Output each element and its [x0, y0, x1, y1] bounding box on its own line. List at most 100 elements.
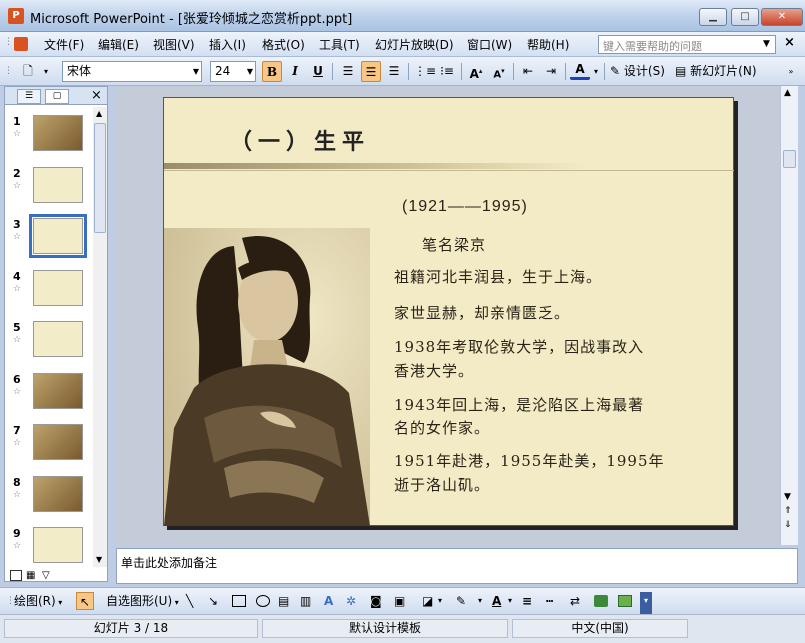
align-center-icon[interactable]: ☰	[361, 61, 381, 82]
line-color-icon[interactable]: ✎	[456, 592, 466, 610]
textbox-icon[interactable]: ▤	[278, 592, 289, 610]
menu-help[interactable]: 帮助(H)	[527, 36, 569, 53]
menu-file[interactable]: 文件(F)	[44, 36, 84, 53]
notes-pane[interactable]: 单击此处添加备注	[116, 548, 798, 584]
rectangle-icon[interactable]	[232, 595, 246, 607]
slide-thumbnail[interactable]	[33, 269, 83, 306]
design-button[interactable]: ✎ 设计(S)	[610, 61, 670, 82]
scroll-up-icon[interactable]: ▲	[96, 109, 102, 118]
bio-line-1[interactable]: 祖籍河北丰润县，生于上海。	[394, 266, 602, 287]
chevron-down-icon[interactable]: ▾	[592, 61, 600, 82]
portrait-photo[interactable]	[164, 228, 370, 526]
menu-format[interactable]: 格式(O)	[262, 36, 305, 53]
slide-scrollbar[interactable]: ▲ ▼ ⇑ ⇓	[780, 86, 798, 545]
chevron-down-icon[interactable]: ▾	[508, 592, 512, 610]
normal-view-icon[interactable]	[10, 570, 22, 581]
minimize-button[interactable]: ▁	[699, 8, 727, 26]
font-name-select[interactable]: 宋体 ▼	[62, 61, 202, 82]
toolbar-options-icon[interactable]: »	[785, 61, 797, 82]
bio-line-6[interactable]: 名的女作家。	[394, 417, 490, 438]
menu-slideshow[interactable]: 幻灯片放映(D)	[375, 36, 454, 53]
arrow-style-icon[interactable]: ⇄	[570, 592, 580, 610]
bio-line-7[interactable]: 1951年赴港，1955年赴美，1995年	[394, 450, 665, 471]
menu-tools[interactable]: 工具(T)	[319, 36, 360, 53]
bio-line-8[interactable]: 逝于洛山矶。	[394, 474, 490, 495]
bullets-icon[interactable]: ⁝≡	[437, 61, 457, 82]
scroll-thumb[interactable]	[783, 150, 796, 168]
slideshow-icon[interactable]: ▽	[42, 570, 50, 581]
previous-slide-icon[interactable]: ⇑	[784, 506, 792, 516]
scroll-down-icon[interactable]: ▼	[784, 492, 791, 502]
help-dropdown-icon[interactable]: ▼	[763, 35, 770, 54]
font-size-select[interactable]: 24 ▼	[210, 61, 256, 82]
slide-thumbnail[interactable]	[33, 321, 83, 357]
bold-button[interactable]: B	[262, 61, 282, 82]
bio-line-5[interactable]: 1943年回上海，是沦陷区上海最著	[394, 394, 644, 415]
next-slide-icon[interactable]: ⇓	[784, 520, 792, 530]
scroll-thumb[interactable]	[94, 123, 106, 233]
line-style-icon[interactable]: ≡	[522, 592, 532, 610]
autoshapes-button[interactable]: 自选图形(U) ▾	[106, 592, 179, 612]
thumbnail-scrollbar[interactable]: ▲ ▼	[93, 107, 107, 567]
bio-line-2[interactable]: 家世显赫，却亲情匮乏。	[394, 302, 570, 323]
increase-font-size-icon[interactable]: A▴	[466, 61, 486, 82]
clipart-icon[interactable]: ◙	[370, 592, 382, 610]
font-color-icon[interactable]: A	[570, 61, 590, 80]
slide-title[interactable]: （一）生平	[230, 124, 370, 156]
shadow-style-icon[interactable]	[594, 595, 608, 607]
3d-style-icon[interactable]	[618, 595, 632, 607]
decrease-indent-icon[interactable]: ⇤	[518, 61, 538, 82]
decrease-font-size-icon[interactable]: A▾	[489, 61, 509, 82]
maximize-button[interactable]: □	[731, 8, 759, 26]
align-left-icon[interactable]: ☰	[338, 61, 358, 82]
slides-tab[interactable]: ▢	[45, 89, 69, 104]
dash-style-icon[interactable]: ┅	[546, 592, 553, 610]
document-close-button[interactable]: ×	[784, 35, 795, 50]
underline-button[interactable]: U	[308, 61, 328, 82]
new-document-icon[interactable]: 🗋	[18, 61, 38, 82]
slide-thumbnail[interactable]	[33, 475, 83, 512]
chevron-down-icon[interactable]: ▾	[478, 592, 482, 610]
lifespan-text[interactable]: (1921——1995)	[402, 198, 528, 216]
bio-line-4[interactable]: 香港大学。	[394, 360, 474, 381]
font-color-icon[interactable]: A	[492, 592, 501, 610]
slide-thumbnail[interactable]	[33, 115, 83, 151]
select-pointer-icon[interactable]: ↖	[76, 592, 94, 610]
slide-thumbnail[interactable]	[33, 372, 83, 409]
diagram-icon[interactable]: ✲	[346, 592, 356, 610]
italic-button[interactable]: I	[285, 61, 305, 82]
oval-icon[interactable]	[256, 595, 270, 607]
line-icon[interactable]: ╲	[186, 592, 193, 610]
slide-sorter-icon[interactable]: ▦	[26, 570, 35, 581]
new-slide-button[interactable]: ▤ 新幻灯片(N)	[675, 61, 765, 82]
pen-name-text[interactable]: 笔名梁京	[422, 234, 486, 255]
close-button[interactable]: ✕	[761, 8, 803, 26]
menu-insert[interactable]: 插入(I)	[209, 36, 246, 53]
document-menu-icon[interactable]	[14, 37, 28, 51]
chevron-down-icon[interactable]: ▼	[193, 62, 199, 81]
pane-close-icon[interactable]: ×	[91, 88, 102, 103]
help-search-input[interactable]: 键入需要帮助的问题	[598, 35, 776, 54]
menu-window[interactable]: 窗口(W)	[467, 36, 512, 53]
slide-thumbnail[interactable]	[29, 214, 87, 258]
toolbar-options-icon[interactable]: ▾	[40, 61, 52, 82]
arrow-icon[interactable]: ↘	[208, 592, 218, 610]
chevron-down-icon[interactable]: ▼	[247, 62, 253, 81]
slide-thumbnail[interactable]	[33, 527, 83, 563]
picture-icon[interactable]: ▣	[394, 592, 405, 610]
draw-menu-button[interactable]: 绘图(R) ▾	[14, 592, 62, 612]
numbering-icon[interactable]: ⋮≡	[414, 61, 436, 82]
align-right-icon[interactable]: ☰	[384, 61, 404, 82]
chevron-down-icon[interactable]: ▾	[438, 592, 442, 610]
powerpoint-app-icon[interactable]: P	[8, 8, 24, 24]
outline-tab[interactable]: ☰	[17, 89, 41, 104]
fill-color-icon[interactable]: ◪	[422, 592, 433, 610]
slide-thumbnail[interactable]	[33, 424, 83, 460]
slide-thumbnail[interactable]	[33, 166, 83, 203]
scroll-up-icon[interactable]: ▲	[784, 88, 791, 98]
bio-line-3[interactable]: 1938年考取伦敦大学，因战事改入	[394, 336, 644, 357]
menu-edit[interactable]: 编辑(E)	[98, 36, 139, 53]
vertical-textbox-icon[interactable]: ▥	[300, 592, 311, 610]
scroll-down-icon[interactable]: ▼	[96, 555, 102, 564]
menu-view[interactable]: 视图(V)	[153, 36, 195, 53]
